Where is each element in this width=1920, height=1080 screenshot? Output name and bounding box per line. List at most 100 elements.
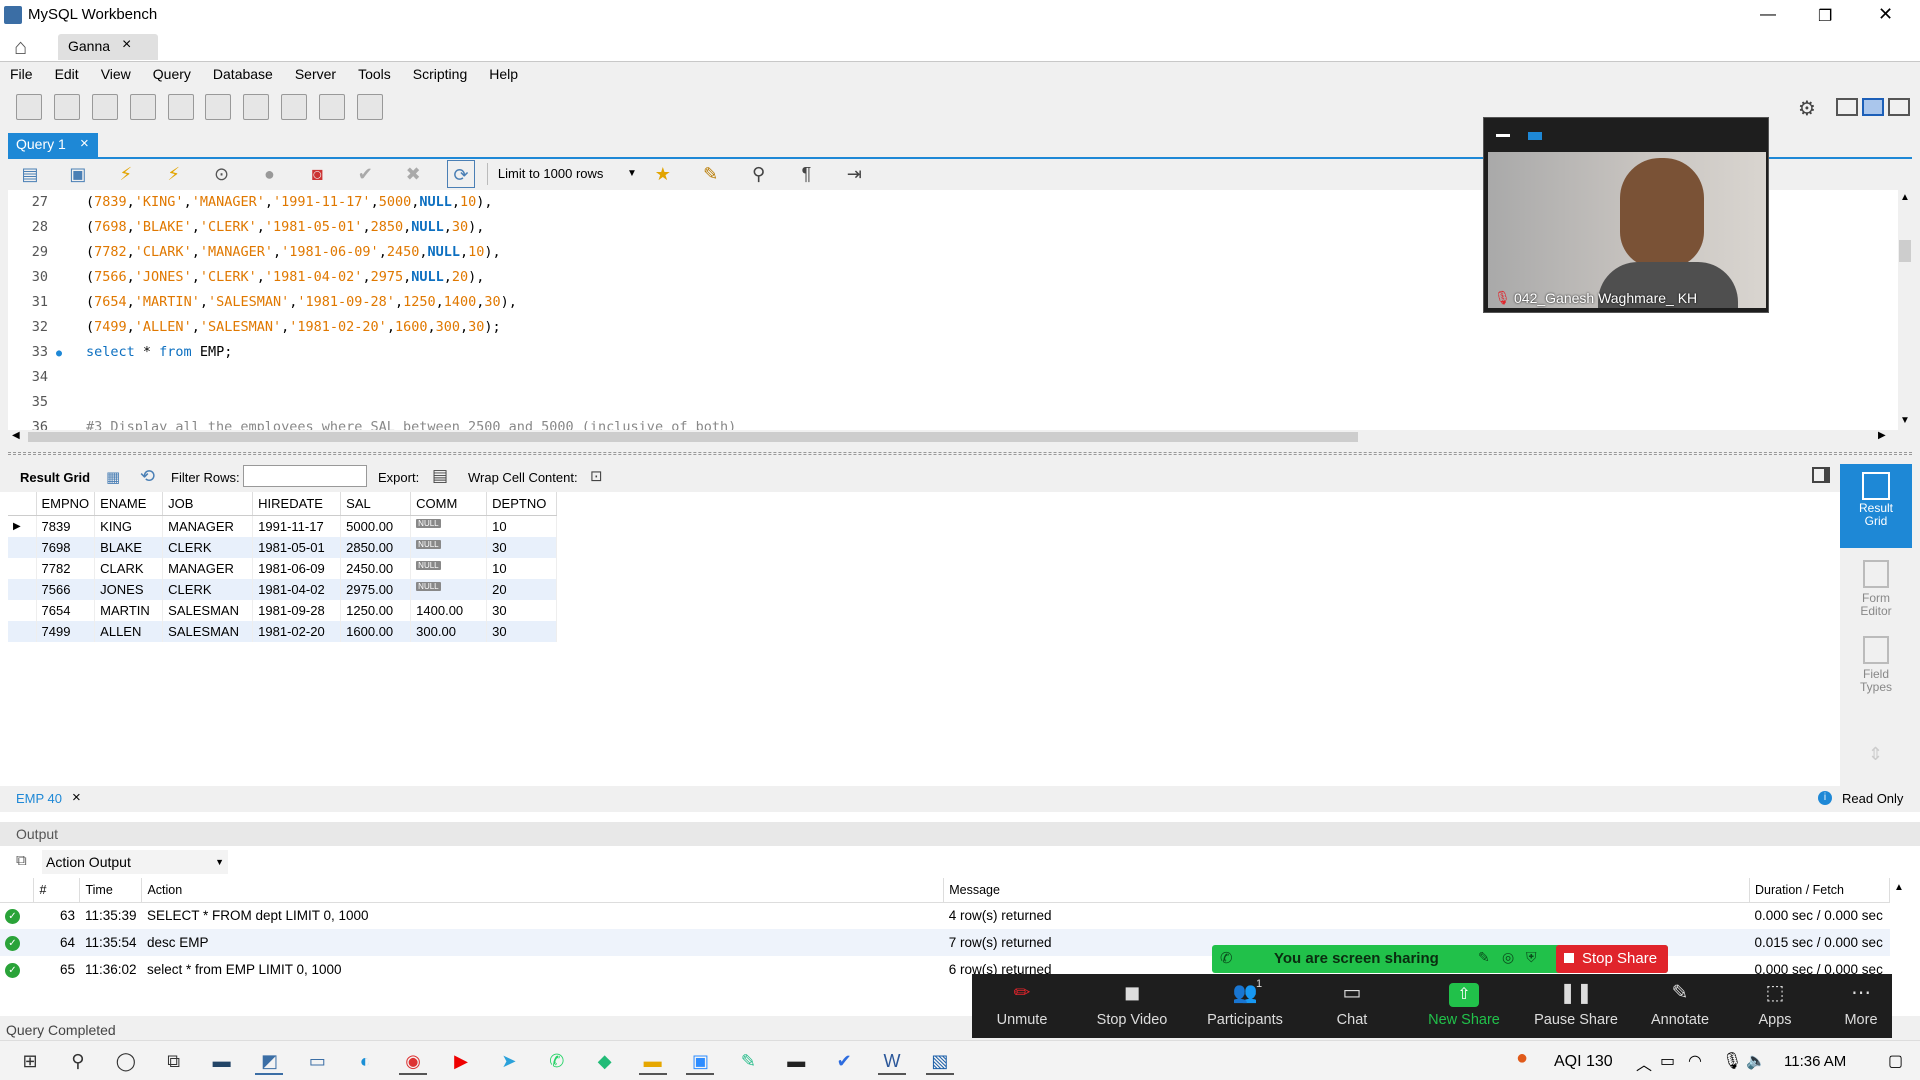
scroll-right-icon[interactable]: ▶ bbox=[1878, 430, 1886, 441]
home-icon[interactable]: ⌂ bbox=[14, 34, 27, 60]
edge-icon[interactable]: ◐ bbox=[351, 1047, 379, 1075]
table-cell[interactable]: NULL bbox=[410, 536, 488, 558]
output-row[interactable]: ✓ 63 11:35:39 SELECT * FROM dept LIMIT 0, 1… bbox=[0, 902, 1890, 929]
table-row[interactable]: 7499 ALLEN SALESMAN 1981-02-20 1600.00 300.00… bbox=[8, 620, 558, 642]
output-scroll-up-icon[interactable]: ▲ bbox=[1894, 882, 1904, 893]
zoom-app-icon[interactable]: ▣ bbox=[686, 1047, 715, 1075]
settings-icon[interactable]: ⚙ bbox=[1798, 96, 1816, 121]
inspector-icon[interactable] bbox=[91, 94, 118, 120]
menu-server[interactable]: Server bbox=[295, 66, 336, 82]
search-icon[interactable]: ⚲ bbox=[64, 1047, 92, 1075]
task-view-icon[interactable]: ⧉ bbox=[160, 1047, 188, 1075]
weather-icon[interactable]: ● bbox=[1516, 1047, 1528, 1070]
table-cell[interactable]: ALLEN bbox=[94, 620, 164, 642]
maximize-button[interactable]: ❐ bbox=[1818, 6, 1832, 26]
menu-query[interactable]: Query bbox=[153, 66, 191, 82]
table-row[interactable]: 7782 CLARK MANAGER 1981-06-09 2450.00 NULL 10 bbox=[8, 557, 558, 579]
chat-button[interactable]: ▭ Chat bbox=[1302, 978, 1402, 1036]
table-cell[interactable]: 7698 bbox=[36, 536, 96, 558]
more-button[interactable]: ⋯ More bbox=[1824, 978, 1898, 1036]
stop-share-button[interactable]: Stop Share bbox=[1556, 945, 1668, 973]
grid-layout-icon[interactable]: ▦ bbox=[106, 468, 120, 486]
table-cell[interactable]: NULL bbox=[410, 578, 488, 600]
window-app-icon[interactable]: ▭ bbox=[303, 1047, 331, 1075]
wrap-content-icon[interactable]: ⊡ bbox=[590, 467, 603, 485]
scroll-down-icon[interactable]: ▼ bbox=[1900, 415, 1910, 426]
table-cell[interactable]: 1981-02-20 bbox=[252, 620, 342, 642]
table-cell[interactable]: CLERK bbox=[162, 536, 254, 558]
whatsapp-icon[interactable]: ✆ bbox=[543, 1047, 571, 1075]
editor-vertical-scrollbar[interactable]: ▲ ▼ bbox=[1898, 190, 1912, 430]
table-cell[interactable]: 7782 bbox=[36, 557, 96, 579]
table-cell[interactable]: 1400.00 bbox=[410, 599, 488, 621]
row-selector[interactable] bbox=[8, 578, 37, 600]
notepad-icon[interactable]: ✎ bbox=[734, 1047, 762, 1075]
microphone-icon[interactable]: 🎙 bbox=[1722, 1051, 1742, 1071]
table-cell[interactable]: 1981-06-09 bbox=[252, 557, 342, 579]
battery-icon[interactable]: ▭ bbox=[1660, 1051, 1675, 1071]
editor-horizontal-scrollbar[interactable]: ◀ ▶ bbox=[8, 430, 1898, 444]
filter-rows-input[interactable] bbox=[243, 465, 367, 487]
table-cell[interactable]: SALESMAN bbox=[162, 620, 254, 642]
column-header-hiredate[interactable]: HIREDATE bbox=[252, 492, 342, 516]
scroll-left-icon[interactable]: ◀ bbox=[12, 430, 20, 441]
toggle-error-icon[interactable]: ◙ bbox=[303, 160, 331, 188]
unmute-button[interactable]: ✏ Unmute bbox=[972, 978, 1072, 1036]
table-cell[interactable]: 1600.00 bbox=[340, 620, 412, 642]
export-icon[interactable]: ▤ bbox=[432, 466, 448, 486]
menu-help[interactable]: Help bbox=[489, 66, 518, 82]
result-tab-label[interactable]: EMP 40 bbox=[16, 791, 62, 806]
column-header-ename[interactable]: ENAME bbox=[94, 492, 164, 516]
menu-database[interactable]: Database bbox=[213, 66, 273, 82]
query-tab[interactable]: Query 1 × bbox=[8, 133, 98, 157]
row-selector[interactable] bbox=[8, 557, 37, 579]
column-header-deptno[interactable]: DEPTNO bbox=[486, 492, 558, 516]
panel-toggle-icon[interactable] bbox=[1812, 467, 1830, 483]
field-types-panel-button[interactable]: Field Types bbox=[1840, 632, 1912, 702]
copy-icon[interactable]: ⧉ bbox=[16, 852, 27, 869]
output-column-header[interactable]: # bbox=[33, 878, 81, 903]
table-cell[interactable]: 30 bbox=[486, 599, 558, 621]
output-column-header[interactable]: Message bbox=[943, 878, 1750, 903]
menu-edit[interactable]: Edit bbox=[55, 66, 79, 82]
menu-scripting[interactable]: Scripting bbox=[413, 66, 467, 82]
output-column-header[interactable]: Action bbox=[141, 878, 945, 903]
execute-icon[interactable]: ⚡ bbox=[112, 160, 140, 188]
todo-icon[interactable]: ✔ bbox=[830, 1047, 858, 1075]
explain-icon[interactable]: ⊙ bbox=[208, 160, 236, 188]
table-cell[interactable]: 1981-04-02 bbox=[252, 578, 342, 600]
table-cell[interactable]: NULL bbox=[410, 557, 488, 579]
row-selector[interactable] bbox=[8, 620, 37, 642]
panel-scroll-icon[interactable]: ⇕ bbox=[1868, 744, 1883, 765]
toggle-secondary-sidebar-icon[interactable] bbox=[1888, 98, 1910, 116]
file-explorer-icon[interactable]: ▬ bbox=[638, 1047, 667, 1075]
beautify-brush-icon[interactable]: ✎ bbox=[697, 160, 725, 188]
table-cell[interactable]: 30 bbox=[486, 536, 558, 558]
table-row[interactable]: 7654 MARTIN SALESMAN 1981-09-28 1250.00 1400.… bbox=[8, 599, 558, 621]
table-cell[interactable]: MARTIN bbox=[94, 599, 164, 621]
execute-current-icon[interactable]: ⚡ bbox=[160, 160, 188, 188]
result-tab-close-icon[interactable]: × bbox=[72, 789, 81, 806]
open-sql-file-icon[interactable] bbox=[53, 94, 80, 120]
wrap-lines-icon[interactable]: ⇥ bbox=[840, 160, 868, 188]
table-row[interactable]: ▶ 7839 KING MANAGER 1991-11-17 5000.00 NULL 10 bbox=[8, 515, 558, 537]
search-table-data-icon[interactable] bbox=[319, 94, 346, 120]
rollback-icon[interactable]: ✖ bbox=[399, 160, 427, 188]
create-view-icon[interactable] bbox=[205, 94, 232, 120]
result-grid-label[interactable]: Result Grid bbox=[20, 470, 90, 485]
photos-icon[interactable]: ▧ bbox=[925, 1047, 954, 1075]
cortana-icon[interactable]: ◯ bbox=[112, 1047, 140, 1075]
terminal-icon[interactable]: ▬ bbox=[782, 1047, 810, 1075]
tray-chevron-icon[interactable]: ︿ bbox=[1636, 1051, 1652, 1075]
table-cell[interactable]: 2975.00 bbox=[340, 578, 412, 600]
notifications-icon[interactable]: ▢ bbox=[1888, 1051, 1903, 1071]
column-header-sal[interactable]: SAL bbox=[340, 492, 412, 516]
new-share-button[interactable]: ⇧ New Share bbox=[1414, 978, 1514, 1036]
stop-video-button[interactable]: ◼ Stop Video bbox=[1082, 978, 1182, 1036]
menu-file[interactable]: File bbox=[10, 66, 33, 82]
aqi-label[interactable]: AQI 130 bbox=[1554, 1053, 1613, 1071]
pause-share-button[interactable]: ❚❚ Pause Share bbox=[1526, 978, 1626, 1036]
table-row[interactable]: 7698 BLAKE CLERK 1981-05-01 2850.00 NULL 30 bbox=[8, 536, 558, 558]
create-procedure-icon[interactable] bbox=[243, 94, 270, 120]
table-cell[interactable]: JONES bbox=[94, 578, 164, 600]
